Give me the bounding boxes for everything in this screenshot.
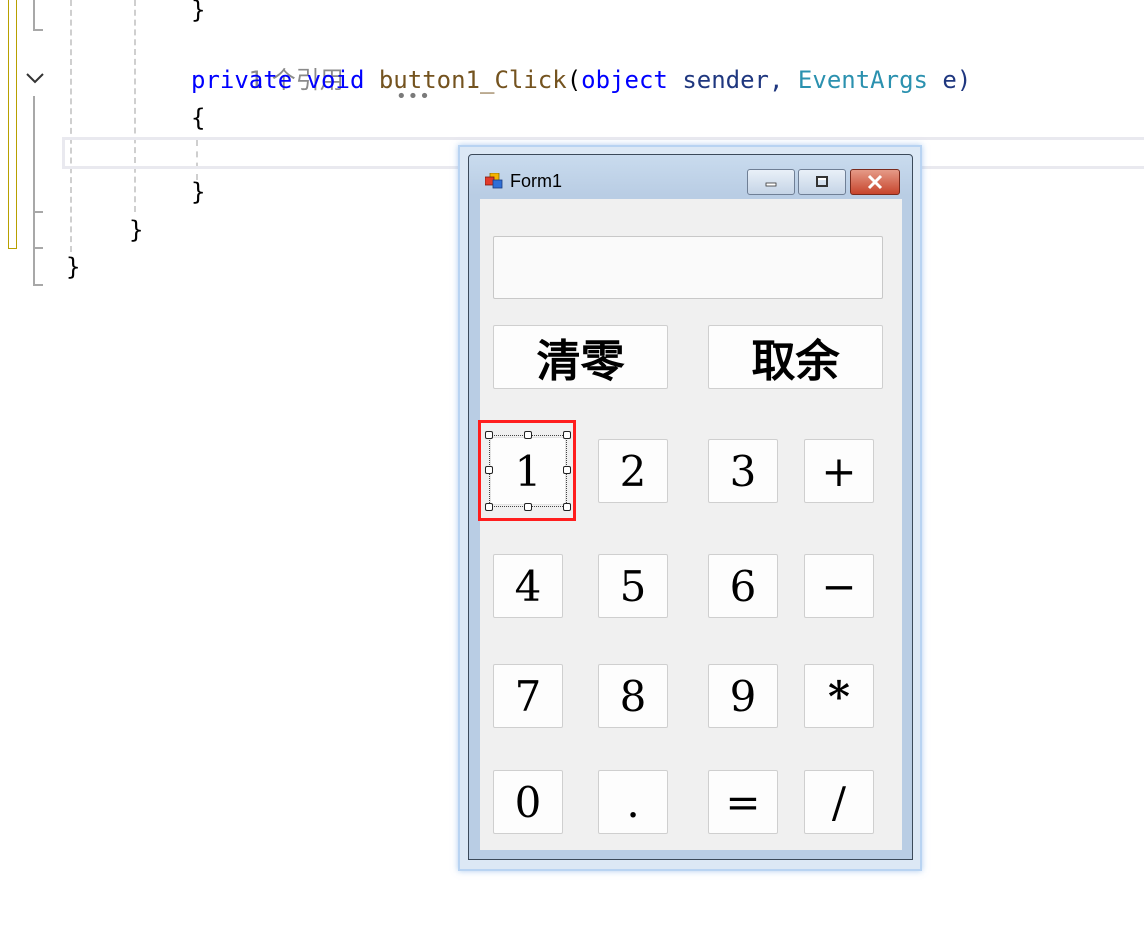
resize-handle-w[interactable] — [485, 466, 493, 474]
digit-2-button[interactable]: 2 — [598, 439, 668, 503]
keyword-object: object — [581, 66, 668, 94]
collapse-chevron-icon[interactable] — [23, 66, 47, 90]
code-open-brace[interactable]: { — [191, 100, 205, 136]
close-button[interactable] — [850, 169, 900, 195]
reference-count-codelens[interactable]: 1 个引用 — [191, 26, 344, 94]
change-tracking-bar — [8, 0, 17, 249]
digit-8-button[interactable]: 8 — [598, 664, 668, 728]
digit-3-button[interactable]: 3 — [708, 439, 778, 503]
fold-line — [33, 247, 43, 249]
resize-handle-n[interactable] — [524, 431, 532, 439]
quick-actions-dots-icon[interactable]: ••• — [396, 88, 431, 106]
resize-handle-sw[interactable] — [485, 503, 493, 511]
designer-selection-frame — [489, 435, 567, 507]
fold-line — [33, 284, 43, 286]
indent-guide — [134, 0, 136, 212]
maximize-button[interactable] — [798, 169, 846, 195]
param-e: e) — [942, 66, 972, 94]
multiply-button[interactable]: * — [804, 664, 874, 728]
method-signature-line[interactable]: private void button1_Click(object sender… — [191, 62, 971, 98]
digit-9-button[interactable]: 9 — [708, 664, 778, 728]
minimize-icon — [765, 182, 777, 187]
code-method-close-brace[interactable]: } — [191, 174, 205, 210]
close-icon — [867, 174, 883, 190]
code-namespace-close-brace[interactable]: } — [66, 249, 80, 285]
code-close-brace[interactable]: } — [191, 0, 205, 28]
digit-5-button[interactable]: 5 — [598, 554, 668, 618]
fold-line — [33, 0, 35, 30]
minus-button[interactable]: − — [804, 554, 874, 618]
resize-handle-e[interactable] — [563, 466, 571, 474]
decimal-point-button[interactable]: . — [598, 770, 668, 834]
digit-6-button[interactable]: 6 — [708, 554, 778, 618]
fold-line — [33, 213, 35, 285]
minimize-button[interactable] — [747, 169, 795, 195]
resize-handle-s[interactable] — [524, 503, 532, 511]
code-class-close-brace[interactable]: } — [129, 212, 143, 248]
window-title: Form1 — [510, 171, 563, 191]
indent-guide — [70, 0, 72, 252]
title-bar[interactable]: Form1 — [469, 155, 912, 199]
resize-handle-ne[interactable] — [563, 431, 571, 439]
clear-button[interactable]: 清零 — [493, 325, 668, 389]
type-eventargs: EventArgs — [797, 66, 928, 94]
resize-handle-se[interactable] — [563, 503, 571, 511]
divide-button[interactable]: / — [804, 770, 874, 834]
resize-handle-nw[interactable] — [485, 431, 493, 439]
fold-line — [33, 96, 35, 212]
digit-0-button[interactable]: 0 — [493, 770, 563, 834]
digit-4-button[interactable]: 4 — [493, 554, 563, 618]
keyword-private: private — [191, 66, 293, 94]
form-app-icon — [485, 173, 503, 189]
mod-button[interactable]: 取余 — [708, 325, 883, 389]
param-sender: sender, — [682, 66, 784, 94]
equals-button[interactable]: = — [708, 770, 778, 834]
digit-7-button[interactable]: 7 — [493, 664, 563, 728]
fold-line — [33, 29, 43, 31]
plus-button[interactable]: + — [804, 439, 874, 503]
keyword-void: void — [306, 66, 365, 94]
open-paren: ( — [566, 66, 582, 94]
result-textbox[interactable] — [493, 236, 883, 299]
maximize-icon — [816, 176, 828, 187]
